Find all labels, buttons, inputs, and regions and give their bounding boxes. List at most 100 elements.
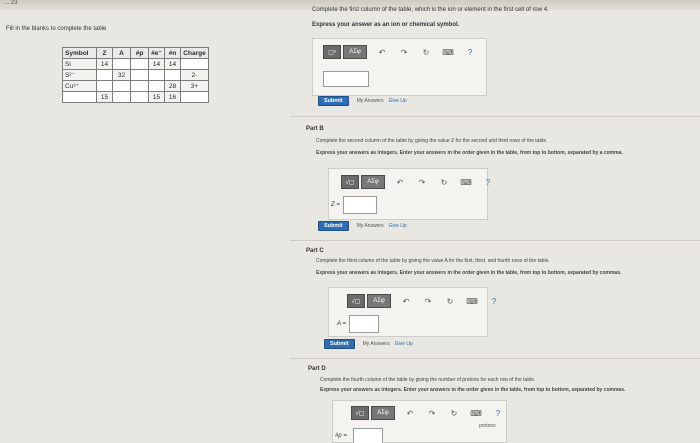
- part-d-answer-box: √▢ AΣφ ↶ ↷ ↻ ⌨ ? #p = protons: [332, 400, 507, 443]
- table-cell-blank: [130, 69, 149, 81]
- table-cell: 14: [148, 58, 165, 70]
- reset-icon[interactable]: ↻: [447, 406, 461, 420]
- keyboard-icon[interactable]: ⌨: [459, 175, 473, 189]
- redo-icon[interactable]: ↷: [397, 45, 411, 59]
- part-b-prompt: Complete the second column of the table …: [316, 138, 548, 144]
- part-b-submit-button[interactable]: Submit: [318, 221, 349, 231]
- templates-button[interactable]: √▢: [347, 294, 365, 308]
- help-icon[interactable]: ?: [481, 175, 495, 189]
- part-d-answer-input[interactable]: [353, 428, 383, 443]
- part-b-answer-box: √▢ AΣφ ↶ ↷ ↻ ⌨ ? Z =: [328, 168, 490, 220]
- part-b-my-answers-link[interactable]: My Answers: [357, 223, 384, 229]
- table-cell-blank: [180, 58, 209, 70]
- table-cell: Cu³⁺: [62, 80, 97, 92]
- undo-icon[interactable]: ↶: [403, 406, 417, 420]
- table-cell-blank: [96, 80, 113, 92]
- header-electrons: #e⁻: [148, 47, 165, 59]
- redo-icon[interactable]: ↷: [415, 175, 429, 189]
- table-row: Cu³⁺ 28 3+: [62, 80, 209, 92]
- table-cell-blank: [112, 80, 131, 92]
- part-b-give-up-link[interactable]: Give Up: [389, 223, 407, 229]
- table-cell: 28: [164, 80, 181, 92]
- reset-icon[interactable]: ↻: [419, 45, 433, 59]
- templates-button[interactable]: √▢: [341, 175, 359, 189]
- part-d-input-label: #p =: [335, 433, 347, 439]
- part-a-submit-button[interactable]: Submit: [318, 96, 349, 106]
- part-c-actions: Submit My Answers Give Up: [324, 339, 413, 349]
- part-a-express: Express your answer as an ion or chemica…: [312, 22, 460, 28]
- part-b-answer-input[interactable]: [343, 196, 377, 214]
- part-c-my-answers-link[interactable]: My Answers: [363, 341, 390, 347]
- part-c-input-label: A =: [337, 321, 346, 327]
- keyboard-icon[interactable]: ⌨: [441, 45, 455, 59]
- part-b-express: Express your answers as integers. Enter …: [316, 150, 623, 156]
- table-cell: 2-: [180, 69, 209, 81]
- part-d-title: Part D: [308, 366, 326, 372]
- header-a: A: [112, 47, 131, 59]
- table-cell: 14: [164, 58, 181, 70]
- redo-icon[interactable]: ↷: [425, 406, 439, 420]
- greek-symbols-button[interactable]: AΣφ: [361, 175, 385, 189]
- table-row: Si 14 14 14: [62, 58, 209, 70]
- divider: [290, 116, 700, 117]
- part-c-prompt: Complete the third column of the table b…: [316, 258, 550, 264]
- reset-icon[interactable]: ↻: [437, 175, 451, 189]
- part-a-actions: Submit My Answers Give Up: [318, 96, 407, 106]
- templates-button[interactable]: ▢ⁿ: [323, 45, 341, 59]
- keyboard-icon[interactable]: ⌨: [469, 406, 483, 420]
- greek-symbols-button[interactable]: AΣφ: [343, 45, 367, 59]
- table-cell: 3+: [180, 80, 209, 92]
- table-cell: 15: [148, 91, 165, 103]
- help-icon[interactable]: ?: [487, 294, 501, 308]
- table-cell: 32: [112, 69, 131, 81]
- help-icon[interactable]: ?: [491, 406, 505, 420]
- undo-icon[interactable]: ↶: [399, 294, 413, 308]
- keyboard-icon[interactable]: ⌨: [465, 294, 479, 308]
- left-panel: Fill in the blanks to complete the table…: [0, 14, 245, 134]
- redo-icon[interactable]: ↷: [421, 294, 435, 308]
- templates-button[interactable]: √▢: [351, 406, 369, 420]
- reset-icon[interactable]: ↻: [443, 294, 457, 308]
- table-row: S²⁻ 32 2-: [62, 69, 209, 81]
- part-b-actions: Submit My Answers Give Up: [318, 221, 407, 231]
- part-a-prompt: Complete the first column of the table, …: [312, 7, 549, 13]
- table-instruction: Fill in the blanks to complete the table: [6, 26, 107, 32]
- header-z: Z: [96, 47, 113, 59]
- table-cell-blank: [164, 69, 181, 81]
- part-a-my-answers-link[interactable]: My Answers: [357, 98, 384, 104]
- greek-symbols-button[interactable]: AΣφ: [371, 406, 395, 420]
- part-a-toolbar: ▢ⁿ AΣφ ↶ ↷ ↻ ⌨ ?: [323, 45, 477, 59]
- isotope-table: Symbol Z A #p #e⁻ #n Charge Si 14 14 14 …: [62, 47, 209, 103]
- table-cell-blank: [130, 91, 149, 103]
- undo-icon[interactable]: ↶: [375, 45, 389, 59]
- top-bar-text: ... 23: [4, 0, 18, 6]
- divider: [290, 240, 700, 241]
- part-d-prompt: Complete the fourth column of the table …: [320, 377, 536, 383]
- table-cell: S²⁻: [62, 69, 97, 81]
- header-charge: Charge: [180, 47, 209, 59]
- part-c-submit-button[interactable]: Submit: [324, 339, 355, 349]
- help-icon[interactable]: ?: [463, 45, 477, 59]
- part-c-give-up-link[interactable]: Give Up: [395, 341, 413, 347]
- table-cell: 16: [164, 91, 181, 103]
- header-neutrons: #n: [164, 47, 181, 59]
- header-protons: #p: [130, 47, 149, 59]
- part-a-answer-input[interactable]: [323, 71, 369, 87]
- table-cell: 14: [96, 58, 113, 70]
- table-cell-blank: [96, 69, 113, 81]
- part-d-toolbar: √▢ AΣφ ↶ ↷ ↻ ⌨ ?: [351, 406, 505, 420]
- table-cell-blank: [130, 80, 149, 92]
- part-b-input-label: Z =: [331, 202, 340, 208]
- part-a-give-up-link[interactable]: Give Up: [389, 98, 407, 104]
- part-c-title: Part C: [306, 248, 324, 254]
- undo-icon[interactable]: ↶: [393, 175, 407, 189]
- part-b-toolbar: √▢ AΣφ ↶ ↷ ↻ ⌨ ?: [341, 175, 495, 189]
- part-c-express: Express your answers as integers. Enter …: [316, 270, 622, 276]
- table-cell-blank: [148, 80, 165, 92]
- greek-symbols-button[interactable]: AΣφ: [367, 294, 391, 308]
- table-cell-blank: [112, 58, 131, 70]
- part-c-answer-input[interactable]: [349, 315, 379, 333]
- table-cell-blank: [62, 91, 97, 103]
- table-cell: 15: [96, 91, 113, 103]
- part-a-answer-box: ▢ⁿ AΣφ ↶ ↷ ↻ ⌨ ?: [312, 38, 487, 96]
